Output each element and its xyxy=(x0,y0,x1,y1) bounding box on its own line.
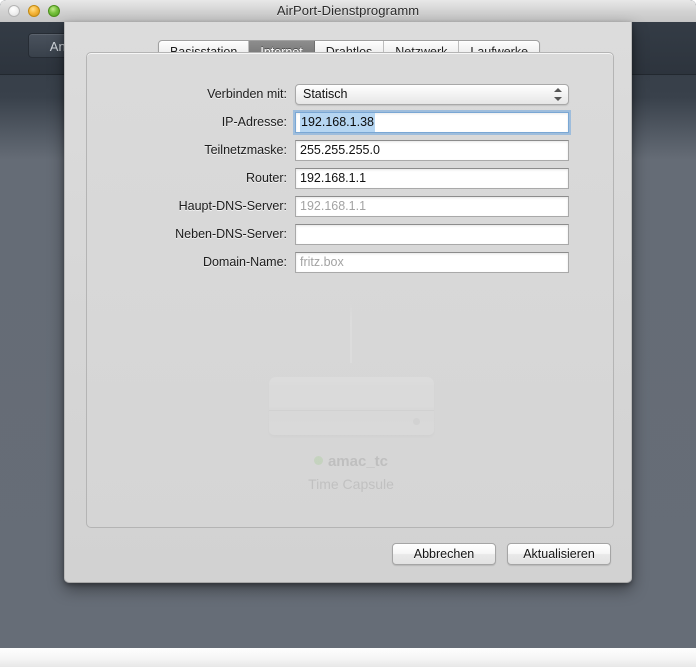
primary-dns-input[interactable]: 192.168.1.1 xyxy=(295,195,569,217)
row-subnet-mask: Teilnetzmaske: 255.255.255.0 xyxy=(87,139,613,161)
connect-with-value: Statisch xyxy=(303,86,348,101)
subnet-mask-label: Teilnetzmaske: xyxy=(204,143,287,157)
internet-tab-panel: Verbinden mit: Statisch IP-Adresse: 192.… xyxy=(86,52,614,528)
time-capsule-icon xyxy=(269,377,434,435)
sheet-button-bar: Abbrechen Aktualisieren xyxy=(392,543,611,565)
device-stand-line xyxy=(350,301,352,363)
domain-name-placeholder: fritz.box xyxy=(300,254,344,269)
domain-name-label: Domain-Name: xyxy=(202,255,287,269)
row-router: Router: 192.168.1.1 xyxy=(87,167,613,189)
application-window: AirPort-Dienstprogramm Anderes Basisstat… xyxy=(0,0,696,648)
ip-address-value: 192.168.1.38 xyxy=(300,112,375,132)
subnet-mask-input[interactable]: 255.255.255.0 xyxy=(295,139,569,161)
cancel-button[interactable]: Abbrechen xyxy=(392,543,496,565)
router-input[interactable]: 192.168.1.1 xyxy=(295,167,569,189)
primary-dns-placeholder: 192.168.1.1 xyxy=(300,198,367,213)
desktop-bottom-strip xyxy=(0,648,696,667)
router-label: Router: xyxy=(246,171,287,185)
connect-with-select[interactable]: Statisch xyxy=(295,83,569,105)
primary-dns-label: Haupt-DNS-Server: xyxy=(178,199,287,213)
domain-name-input[interactable]: fritz.box xyxy=(295,251,569,273)
subnet-mask-value: 255.255.255.0 xyxy=(300,142,380,157)
secondary-dns-label: Neben-DNS-Server: xyxy=(175,227,287,241)
device-name-text: amac_tc xyxy=(327,453,389,470)
window-title: AirPort-Dienstprogramm xyxy=(276,3,420,18)
connect-with-label: Verbinden mit: xyxy=(207,87,287,101)
row-secondary-dns: Neben-DNS-Server: xyxy=(87,223,613,245)
internet-settings-form: Verbinden mit: Statisch IP-Adresse: 192.… xyxy=(87,83,613,279)
stepper-arrows-icon xyxy=(554,87,563,101)
ip-address-input[interactable]: 192.168.1.38 xyxy=(295,111,569,133)
row-connect-with: Verbinden mit: Statisch xyxy=(87,83,613,105)
row-ip-address: IP-Adresse: 192.168.1.38 xyxy=(87,111,613,133)
router-value: 192.168.1.1 xyxy=(300,170,367,185)
ip-address-label: IP-Adresse: xyxy=(221,115,287,129)
device-model: Time Capsule xyxy=(308,476,394,492)
internet-settings-sheet: Basisstation Internet Drahtlos Netzwerk … xyxy=(64,22,632,583)
secondary-dns-input[interactable] xyxy=(295,223,569,245)
row-primary-dns: Haupt-DNS-Server: 192.168.1.1 xyxy=(87,195,613,217)
row-domain-name: Domain-Name: fritz.box xyxy=(87,251,613,273)
device-name: amac_tc xyxy=(87,453,613,470)
device-port-icon xyxy=(413,418,420,425)
update-button[interactable]: Aktualisieren xyxy=(507,543,611,565)
status-indicator-icon xyxy=(313,456,323,465)
window-titlebar: AirPort-Dienstprogramm xyxy=(0,0,696,23)
